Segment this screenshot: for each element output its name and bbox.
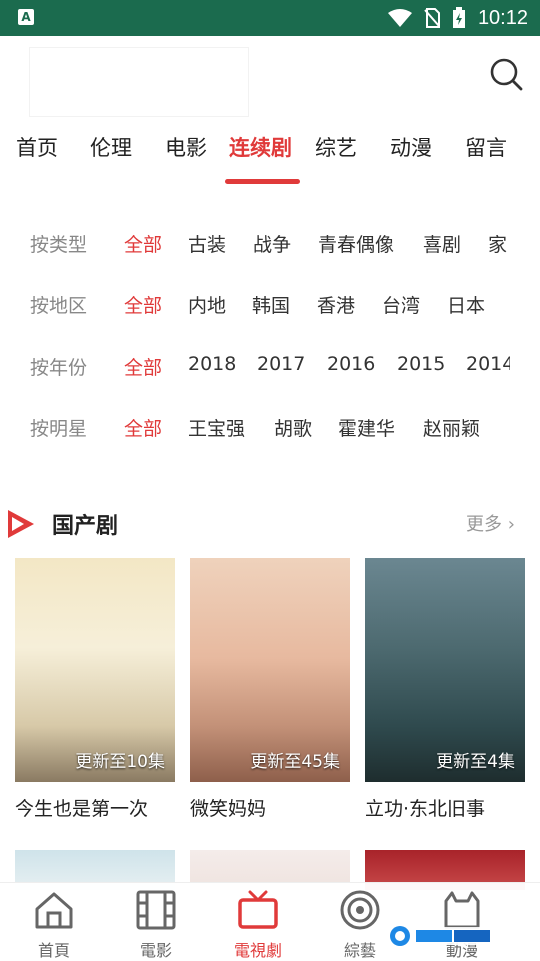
no-sim-icon [424,8,440,28]
nav-tv-series[interactable]: 電視劇 [204,883,312,961]
section-title: 国产剧 [52,514,119,539]
tab-messages[interactable]: 留言 [465,132,507,162]
tab-ethics[interactable]: 伦理 [90,132,132,162]
filter-option[interactable]: 青春偶像 [318,230,394,257]
nav-home[interactable]: 首頁 [0,883,108,961]
filter-option[interactable]: 日本 [447,291,485,318]
filter-label: 按年份 [30,357,88,379]
filter-option[interactable]: 内地 [188,291,226,318]
poster-image[interactable]: 更新至45集 [190,558,350,782]
battery-charging-icon [452,7,465,28]
filter-option[interactable]: 全部 [124,414,162,441]
tab-series[interactable]: 连续剧 [229,132,292,162]
filter-panel: 按类型 全部 古装 战争 青春偶像 喜剧 家 按地区 全部 内地 韩国 香港 台… [0,212,540,452]
watermark-logo [390,926,492,946]
notification-a-icon: A [18,9,34,25]
filter-option[interactable]: 韩国 [252,291,290,318]
episode-badge: 更新至10集 [75,752,165,772]
filter-option[interactable]: 2018 [188,353,236,375]
active-tab-indicator [225,179,300,184]
filter-option[interactable]: 全部 [124,353,162,380]
filter-option[interactable]: 全部 [124,230,162,257]
film-icon [136,890,176,930]
filter-option[interactable]: 家 [488,230,507,257]
tab-home[interactable]: 首页 [16,132,58,162]
home-icon [35,892,73,929]
filter-option[interactable]: 霍建华 [338,414,395,441]
filter-label: 按地区 [30,295,88,317]
header [0,36,540,122]
filter-option[interactable]: 喜剧 [423,230,461,257]
filter-option[interactable]: 2015 [397,353,445,375]
section-header: 国产剧 更多 › [0,500,540,546]
filter-option[interactable]: 古装 [188,230,226,257]
filter-row-type: 按类型 全部 古装 战争 青春偶像 喜剧 家 [0,224,540,264]
filter-option[interactable]: 赵丽颖 [423,414,480,441]
chevron-right-icon: › [507,514,515,535]
wifi-icon [387,9,412,27]
logo-placeholder [30,48,248,116]
filter-option[interactable]: 全部 [124,291,162,318]
poster-image[interactable]: 更新至4集 [365,558,525,782]
series-card[interactable]: 更新至45集 微笑妈妈 [190,558,350,821]
series-card[interactable]: 更新至4集 立功·东北旧事 [365,558,525,821]
series-title[interactable]: 立功·东北旧事 [365,794,525,821]
filter-option[interactable]: 胡歌 [274,414,312,441]
target-icon [340,890,380,930]
more-link[interactable]: 更多 › [466,510,515,536]
tab-movies[interactable]: 电影 [165,132,207,162]
episode-badge: 更新至4集 [436,752,515,772]
filter-option[interactable]: 2014 [466,353,510,375]
tab-variety[interactable]: 综艺 [315,132,357,162]
filter-option[interactable]: 战争 [253,230,291,257]
nav-movies[interactable]: 電影 [102,883,210,961]
series-card[interactable]: 更新至10集 今生也是第一次 [15,558,175,821]
episode-badge: 更新至45集 [250,752,340,772]
filter-option[interactable]: 2016 [327,353,375,375]
filter-option[interactable]: 王宝强 [188,414,245,441]
filter-label: 按明星 [30,418,88,440]
filter-option[interactable]: 香港 [317,291,355,318]
series-title[interactable]: 微笑妈妈 [190,794,350,821]
poster-image[interactable]: 更新至10集 [15,558,175,782]
status-time: 10:12 [477,6,528,29]
filter-row-star: 按明星 全部 王宝强 胡歌 霍建华 赵丽颖 [0,408,540,448]
filter-row-year: 按年份 全部 2018 2017 2016 2015 2014 [0,347,540,387]
filter-option[interactable]: 台湾 [382,291,420,318]
filter-row-region: 按地区 全部 内地 韩国 香港 台湾 日本 [0,285,540,325]
filter-label: 按类型 [30,234,88,256]
search-icon[interactable] [488,56,524,92]
status-bar: A 10:12 [0,0,540,36]
category-tabs: 首页 伦理 电影 连续剧 综艺 动漫 留言 [0,122,540,192]
series-title[interactable]: 今生也是第一次 [15,794,175,821]
filter-option[interactable]: 2017 [257,353,305,375]
tv-icon [238,890,278,929]
tab-anime[interactable]: 动漫 [390,132,432,162]
